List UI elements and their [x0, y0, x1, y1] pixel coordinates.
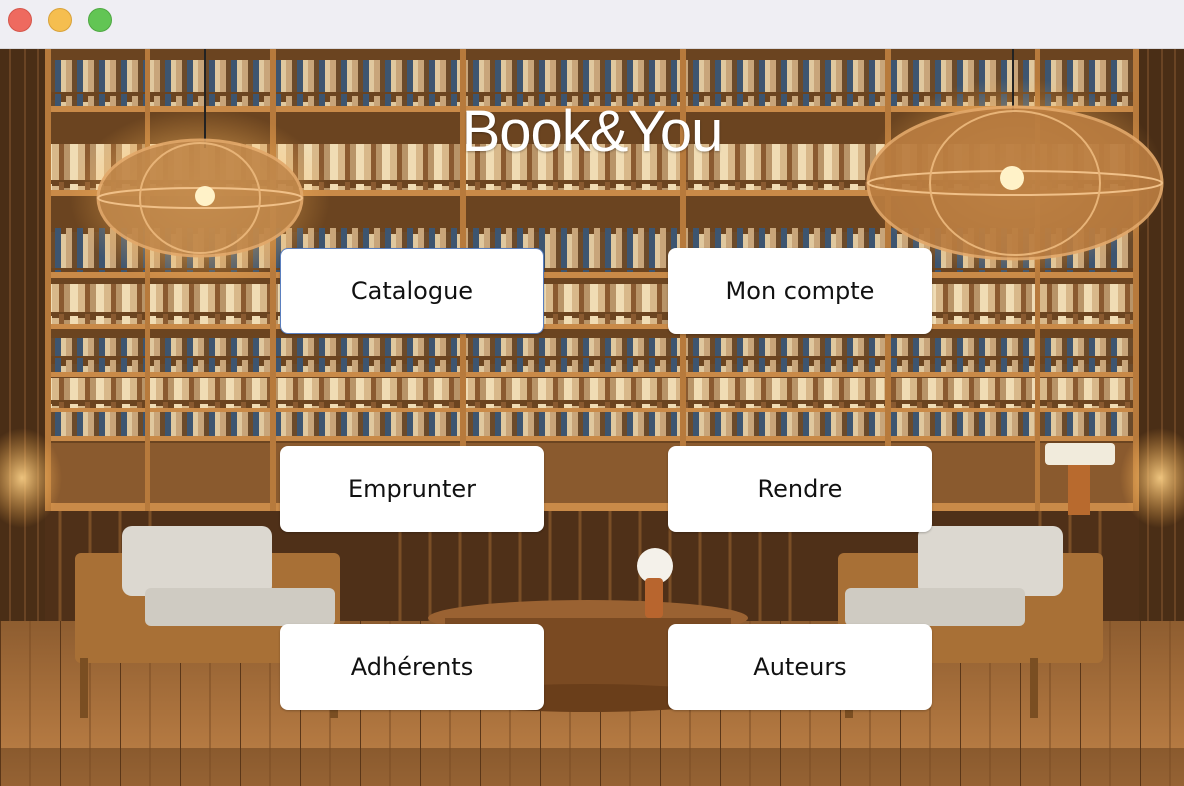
window-titlebar — [0, 0, 1184, 49]
app-window: Book&You Catalogue Mon compte Emprunter … — [0, 0, 1184, 786]
auteurs-button[interactable]: Auteurs — [668, 624, 932, 710]
zoom-window-button[interactable] — [88, 8, 112, 32]
mon-compte-button[interactable]: Mon compte — [668, 248, 932, 334]
catalogue-button[interactable]: Catalogue — [280, 248, 544, 334]
emprunter-button[interactable]: Emprunter — [280, 446, 544, 532]
close-window-button[interactable] — [8, 8, 32, 32]
rendre-button[interactable]: Rendre — [668, 446, 932, 532]
minimize-window-button[interactable] — [48, 8, 72, 32]
adherents-button[interactable]: Adhérents — [280, 624, 544, 710]
app-title: Book&You — [461, 99, 724, 164]
